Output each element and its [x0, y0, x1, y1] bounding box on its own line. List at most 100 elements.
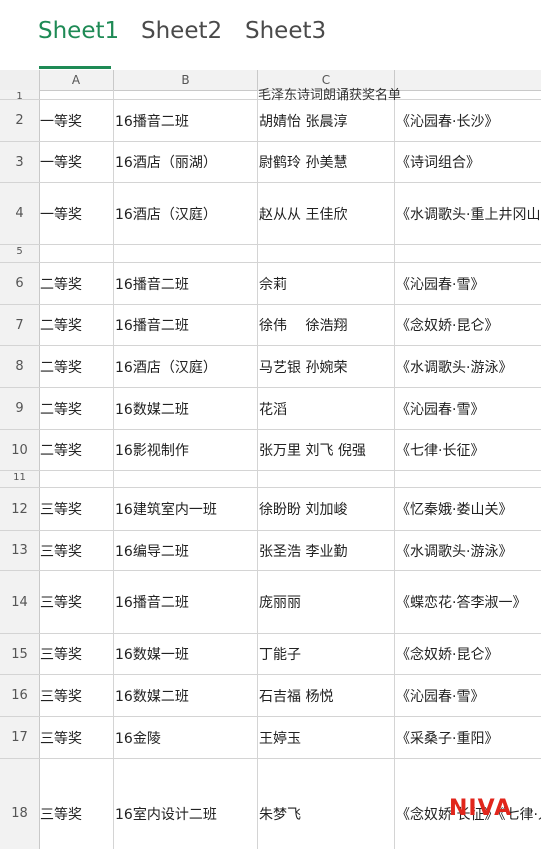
- cell-a[interactable]: 三等奖: [39, 759, 114, 849]
- cell-d[interactable]: 《沁园春·雪》: [395, 263, 541, 304]
- cell-c[interactable]: 张圣浩 李业勤: [258, 531, 395, 570]
- cell-d[interactable]: 《采桑子·重阳》: [395, 717, 541, 758]
- cell-c[interactable]: 石吉福 杨悦: [258, 675, 395, 716]
- row-header[interactable]: 7: [0, 305, 40, 345]
- row-header[interactable]: 2: [0, 100, 40, 141]
- cell-d[interactable]: 《诗词组合》: [395, 142, 541, 182]
- cell-b[interactable]: 16影视制作: [114, 430, 258, 470]
- table-row[interactable]: 9 二等奖 16数媒二班 花滔 《沁园春·雪》: [0, 388, 541, 430]
- cell-b[interactable]: 16酒店（汉庭）: [114, 183, 258, 244]
- cell-c[interactable]: 佘莉: [258, 263, 395, 304]
- column-header-b[interactable]: B: [114, 70, 258, 90]
- row-header[interactable]: 3: [0, 142, 40, 182]
- cell-c[interactable]: [258, 471, 395, 487]
- row-header[interactable]: 18: [0, 759, 40, 849]
- cell-c[interactable]: 丁能子: [258, 634, 395, 674]
- table-row[interactable]: 3 一等奖 16酒店（丽湖） 尉鹤玲 孙美慧 《诗词组合》: [0, 142, 541, 183]
- cell-b[interactable]: [114, 245, 258, 262]
- cell-a[interactable]: 三等奖: [39, 634, 114, 674]
- tab-sheet1[interactable]: Sheet1: [38, 18, 119, 44]
- cell-a[interactable]: [39, 90, 114, 99]
- cell-c[interactable]: 徐伟 徐浩翔: [258, 305, 395, 345]
- cell-d[interactable]: 《蝶恋花·答李淑一》: [395, 571, 541, 633]
- row-header[interactable]: 6: [0, 263, 40, 304]
- cell-d[interactable]: 《沁园春·雪》: [395, 388, 541, 429]
- cell-b[interactable]: 16数媒二班: [114, 388, 258, 429]
- cell-b[interactable]: 16播音二班: [114, 305, 258, 345]
- row-header[interactable]: 11: [0, 471, 40, 487]
- cell-c[interactable]: 胡婧怡 张晨淳: [258, 100, 395, 141]
- cell-b[interactable]: 16播音二班: [114, 100, 258, 141]
- cell-a[interactable]: 二等奖: [39, 305, 114, 345]
- cell-c[interactable]: 庞丽丽: [258, 571, 395, 633]
- cell-b[interactable]: 16酒店（丽湖）: [114, 142, 258, 182]
- row-header[interactable]: 9: [0, 388, 40, 429]
- table-row[interactable]: 7 二等奖 16播音二班 徐伟 徐浩翔 《念奴娇·昆仑》: [0, 305, 541, 346]
- cell-d[interactable]: 《忆秦娥·娄山关》: [395, 488, 541, 530]
- row-header[interactable]: 1: [0, 90, 40, 102]
- spreadsheet-grid[interactable]: A B C 1 毛泽东诗词朗诵获奖名单 2 一等奖 16播音二班 胡婧怡 张晨淳 《沁园春·…: [0, 70, 541, 849]
- table-row[interactable]: 4 一等奖 16酒店（汉庭） 赵从从 王佳欣 《水调歌头·重上井冈山: [0, 183, 541, 245]
- cell-b[interactable]: 16数媒一班: [114, 634, 258, 674]
- cell-a[interactable]: 二等奖: [39, 263, 114, 304]
- table-row[interactable]: 5: [0, 245, 541, 263]
- cell-b[interactable]: 16播音二班: [114, 571, 258, 633]
- cell-b[interactable]: 16金陵: [114, 717, 258, 758]
- cell-c[interactable]: 张万里 刘飞 倪强: [258, 430, 395, 470]
- cell-a[interactable]: 二等奖: [39, 346, 114, 387]
- cell-a[interactable]: 三等奖: [39, 488, 114, 530]
- tab-sheet3[interactable]: Sheet3: [245, 18, 326, 44]
- table-row[interactable]: 12 三等奖 16建筑室内一班 徐盼盼 刘加峻 《忆秦娥·娄山关》: [0, 488, 541, 531]
- table-row[interactable]: 6 二等奖 16播音二班 佘莉 《沁园春·雪》: [0, 263, 541, 305]
- cell-d[interactable]: [395, 90, 541, 99]
- cell-c[interactable]: 花滔: [258, 388, 395, 429]
- cell-d[interactable]: [395, 471, 541, 487]
- cell-b[interactable]: 16编导二班: [114, 531, 258, 570]
- select-all-corner[interactable]: [0, 70, 40, 90]
- cell-d[interactable]: [395, 245, 541, 262]
- cell-d[interactable]: 《沁园春·雪》: [395, 675, 541, 716]
- row-header[interactable]: 13: [0, 531, 40, 570]
- row-header[interactable]: 4: [0, 183, 40, 244]
- table-row[interactable]: 13 三等奖 16编导二班 张圣浩 李业勤 《水调歌头·游泳》: [0, 531, 541, 571]
- cell-d[interactable]: 《念奴娇·昆仑》: [395, 634, 541, 674]
- cell-a[interactable]: [39, 471, 114, 487]
- cell-b[interactable]: 16建筑室内一班: [114, 488, 258, 530]
- cell-d[interactable]: 《水调歌头·游泳》: [395, 531, 541, 570]
- row-header[interactable]: 10: [0, 430, 40, 470]
- cell-b[interactable]: 16播音二班: [114, 263, 258, 304]
- table-row[interactable]: 15 三等奖 16数媒一班 丁能子 《念奴娇·昆仑》: [0, 634, 541, 675]
- cell-c[interactable]: 尉鹤玲 孙美慧: [258, 142, 395, 182]
- cell-c[interactable]: [258, 245, 395, 262]
- cell-a[interactable]: 三等奖: [39, 675, 114, 716]
- column-header-a[interactable]: A: [39, 70, 114, 90]
- table-row[interactable]: 8 二等奖 16酒店（汉庭） 马艺银 孙婉荣 《水调歌头·游泳》: [0, 346, 541, 388]
- table-row[interactable]: 10 二等奖 16影视制作 张万里 刘飞 倪强 《七律·长征》: [0, 430, 541, 471]
- cell-a[interactable]: 一等奖: [39, 100, 114, 141]
- cell-b[interactable]: [114, 471, 258, 487]
- row-header[interactable]: 16: [0, 675, 40, 716]
- cell-c[interactable]: 朱梦飞: [258, 759, 395, 849]
- table-row[interactable]: 16 三等奖 16数媒二班 石吉福 杨悦 《沁园春·雪》: [0, 675, 541, 717]
- cell-a[interactable]: [39, 245, 114, 262]
- cell-c[interactable]: 王婷玉: [258, 717, 395, 758]
- table-row[interactable]: 14 三等奖 16播音二班 庞丽丽 《蝶恋花·答李淑一》: [0, 571, 541, 634]
- row-header[interactable]: 5: [0, 245, 40, 262]
- cell-c[interactable]: 徐盼盼 刘加峻: [258, 488, 395, 530]
- cell-d[interactable]: 《念奴娇·昆仑》: [395, 305, 541, 345]
- cell-c[interactable]: 马艺银 孙婉荣: [258, 346, 395, 387]
- cell-a[interactable]: 三等奖: [39, 717, 114, 758]
- cell-d[interactable]: 《沁园春·长沙》: [395, 100, 541, 141]
- cell-a[interactable]: 一等奖: [39, 142, 114, 182]
- cell-d[interactable]: 《七律·长征》: [395, 430, 541, 470]
- row-header[interactable]: 15: [0, 634, 40, 674]
- cell-b[interactable]: 16室内设计二班: [114, 759, 258, 849]
- column-header-d[interactable]: [395, 70, 541, 90]
- table-row[interactable]: 1 毛泽东诗词朗诵获奖名单: [0, 88, 541, 103]
- cell-d[interactable]: 《水调歌头·游泳》: [395, 346, 541, 387]
- table-row[interactable]: 11: [0, 471, 541, 488]
- tab-sheet2[interactable]: Sheet2: [141, 18, 222, 44]
- cell-a[interactable]: 二等奖: [39, 430, 114, 470]
- cell-a[interactable]: 二等奖: [39, 388, 114, 429]
- cell-c[interactable]: 赵从从 王佳欣: [258, 183, 395, 244]
